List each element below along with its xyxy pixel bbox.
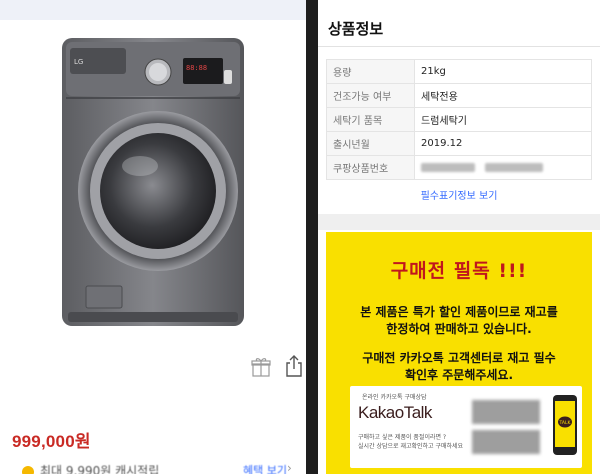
kakao-logo: KakaoTalk xyxy=(358,403,432,422)
spec-key: 쿠팡상품번호 xyxy=(326,155,415,180)
spec-row: 세탁기 품목 드럼세탁기 xyxy=(326,107,592,132)
share-icon[interactable] xyxy=(283,354,305,378)
redacted-block xyxy=(472,430,540,454)
svg-text:88:88: 88:88 xyxy=(186,64,207,72)
section-gap xyxy=(318,214,600,230)
panel-divider xyxy=(306,0,318,474)
required-info-link[interactable]: 필수표기정보 보기 xyxy=(318,187,600,202)
gift-icon[interactable] xyxy=(250,356,272,378)
spec-row: 출시년월 2019.12 xyxy=(326,131,592,156)
notice-line: 본 제품은 특가 할인 제품이므로 재고를 xyxy=(360,305,558,319)
redacted-block xyxy=(485,162,543,172)
svg-text:LG: LG xyxy=(74,58,83,66)
reward-text: 최대 9,990원 캐시적립 xyxy=(40,464,160,474)
product-image[interactable]: LG 88:88 xyxy=(58,36,248,328)
spec-table: 용량 21kg 건조가능 여부 세탁전용 세탁기 품목 드럼세탁기 출시년월 2… xyxy=(326,59,592,180)
spec-value: 21kg xyxy=(414,59,592,84)
spec-row: 건조가능 여부 세탁전용 xyxy=(326,83,592,108)
purchase-notice-banner: 구매전 필독 !!! 본 제품은 특가 할인 제품이므로 재고를 한정하여 판매… xyxy=(326,232,592,474)
notice-spacer xyxy=(326,338,592,350)
redacted-block xyxy=(421,162,475,172)
notice-line: 구매전 카카오톡 고객센터로 재고 필수 xyxy=(362,351,556,365)
spec-value: 드럼세탁기 xyxy=(414,107,592,132)
spec-key: 건조가능 여부 xyxy=(326,83,415,108)
svg-text:TALK: TALK xyxy=(559,420,572,426)
spec-key: 세탁기 품목 xyxy=(326,107,415,132)
notice-line: 한정하여 판매하고 있습니다. xyxy=(386,322,532,336)
kakao-desc-line: 구매하고 싶은 제품이 품절이라면 ? xyxy=(358,434,447,441)
top-bar xyxy=(0,0,306,20)
spec-row: 쿠팡상품번호 xyxy=(326,155,592,180)
notice-line: 확인후 주문해주세요. xyxy=(404,368,514,382)
spec-key: 출시년월 xyxy=(326,131,415,156)
notice-title: 구매전 필독 !!! xyxy=(390,260,528,282)
spec-key: 용량 xyxy=(326,59,415,84)
screen: LG 88:88 999,000원 최대 9,990원 캐시적립 혜택 보기 ›… xyxy=(0,0,600,474)
section-title: 상품정보 xyxy=(328,20,384,38)
spec-value: 2019.12 xyxy=(414,131,592,156)
notice-body: 본 제품은 특가 할인 제품이므로 재고를 한정하여 판매하고 있습니다. 구매… xyxy=(326,304,592,384)
product-price: 999,000원 xyxy=(12,432,91,451)
kakao-description: 구매하고 싶은 제품이 품절이라면 ? 실시간 상담으로 재고확인하고 구매하세… xyxy=(358,433,463,451)
spec-value: 세탁전용 xyxy=(414,83,592,108)
product-info-panel: 상품정보 용량 21kg 건조가능 여부 세탁전용 세탁기 품목 드럼세탁기 출… xyxy=(318,0,600,474)
spec-row: 용량 21kg xyxy=(326,59,592,84)
coin-icon xyxy=(22,466,34,474)
product-panel: LG 88:88 999,000원 최대 9,990원 캐시적립 혜택 보기 › xyxy=(0,0,306,474)
spec-value-redacted xyxy=(414,155,592,180)
title-divider xyxy=(318,46,600,47)
redacted-block xyxy=(472,400,540,424)
reward-link[interactable]: 혜택 보기 xyxy=(243,462,287,474)
kakao-caption: 온라인 카카오톡 구매상담 xyxy=(362,394,427,401)
chevron-right-icon[interactable]: › xyxy=(287,461,292,474)
kakao-contact-box[interactable]: 온라인 카카오톡 구매상담 KakaoTalk 구매하고 싶은 제품이 품절이라… xyxy=(350,386,582,468)
kakao-desc-line: 실시간 상담으로 재고확인하고 구매하세요 xyxy=(358,443,464,450)
kakao-phone-icon: TALK xyxy=(553,395,577,455)
